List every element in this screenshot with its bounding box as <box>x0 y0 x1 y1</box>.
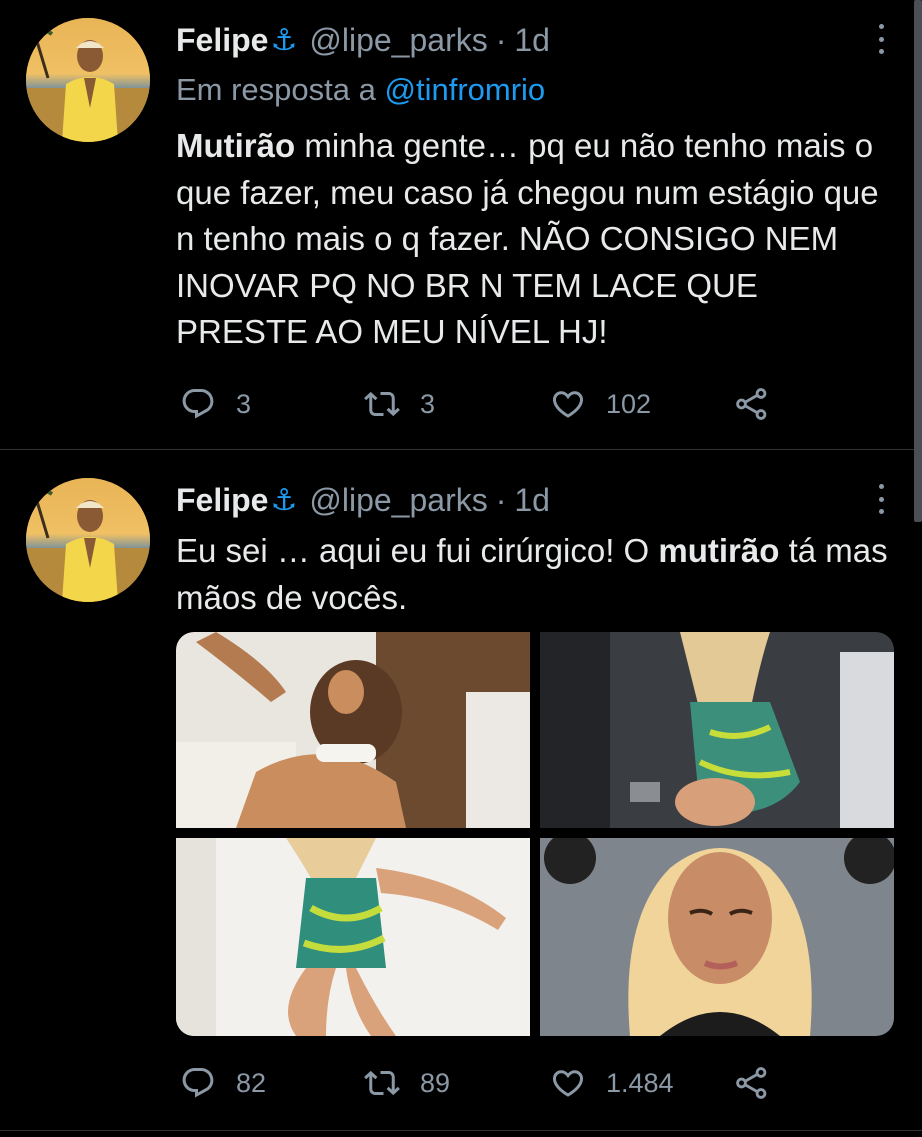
reply-prefix: Em resposta a <box>176 72 376 107</box>
like-button[interactable]: 1.484 <box>550 1063 674 1103</box>
scrollbar[interactable] <box>914 0 922 522</box>
display-name[interactable]: Felipe <box>176 482 268 519</box>
tweet-body-start: Eu sei … aqui eu fui cirúrgico! O <box>176 532 659 569</box>
display-name[interactable]: Felipe <box>176 22 268 59</box>
hashtag-keyword: mutirão <box>658 532 780 569</box>
reply-context: Em resposta a @tinfromrio <box>176 72 545 108</box>
reply-count: 3 <box>236 388 252 419</box>
retweet-button[interactable]: 89 <box>364 1063 450 1103</box>
tweet[interactable]: Felipe ⚓ @lipe_parks · 1d Eu sei … aqui … <box>0 451 922 1137</box>
retweet-count: 89 <box>420 1067 451 1098</box>
more-icon[interactable] <box>876 24 886 54</box>
share-icon <box>736 388 767 420</box>
handle[interactable]: @lipe_parks <box>309 22 487 59</box>
anchor-icon: ⚓ <box>270 483 298 517</box>
hashtag-keyword: Mutirão <box>176 127 296 164</box>
reply-button[interactable]: 82 <box>180 1063 266 1103</box>
tweet[interactable]: Felipe ⚓ @lipe_parks · 1d Em resposta a … <box>0 0 922 522</box>
reply-icon <box>182 389 214 419</box>
more-icon[interactable] <box>876 484 886 514</box>
retweet-icon <box>364 391 400 417</box>
action-bar: 3 3 102 <box>176 384 816 424</box>
retweet-button[interactable]: 3 <box>364 384 435 424</box>
reply-count: 82 <box>236 1067 267 1098</box>
avatar[interactable] <box>26 18 150 142</box>
like-button[interactable]: 102 <box>550 384 651 424</box>
tweet-text: Eu sei … aqui eu fui cirúrgico! O mutirã… <box>176 528 891 621</box>
timestamp[interactable]: 1d <box>514 22 550 59</box>
media-photo[interactable] <box>540 838 894 1036</box>
media-photo[interactable] <box>176 838 530 1036</box>
reply-mention[interactable]: @tinfromrio <box>385 72 546 107</box>
divider <box>0 1130 922 1131</box>
avatar[interactable] <box>26 478 150 602</box>
like-count: 1.484 <box>606 1067 674 1098</box>
heart-icon <box>552 1070 584 1097</box>
separator-dot: · <box>495 21 507 58</box>
heart-icon <box>552 391 584 418</box>
reply-icon <box>182 1068 214 1098</box>
timestamp[interactable]: 1d <box>514 482 550 519</box>
share-button[interactable] <box>734 1063 770 1103</box>
action-bar: 82 89 1.484 <box>176 1063 816 1103</box>
media-photo[interactable] <box>540 632 894 828</box>
separator-dot: · <box>495 481 507 518</box>
tweet-header: Felipe ⚓ @lipe_parks · 1d <box>176 20 550 60</box>
tweet-text: Mutirão minha gente… pq eu não tenho mai… <box>176 123 891 356</box>
reply-button[interactable]: 3 <box>180 384 251 424</box>
tweet-header: Felipe ⚓ @lipe_parks · 1d <box>176 480 550 520</box>
retweet-icon <box>364 1070 400 1096</box>
share-button[interactable] <box>734 384 770 424</box>
handle[interactable]: @lipe_parks <box>309 482 487 519</box>
retweet-count: 3 <box>420 388 436 419</box>
share-icon <box>736 1067 767 1099</box>
anchor-icon: ⚓ <box>270 23 298 57</box>
like-count: 102 <box>606 388 652 419</box>
media-grid <box>176 632 894 1036</box>
media-photo[interactable] <box>176 632 530 828</box>
